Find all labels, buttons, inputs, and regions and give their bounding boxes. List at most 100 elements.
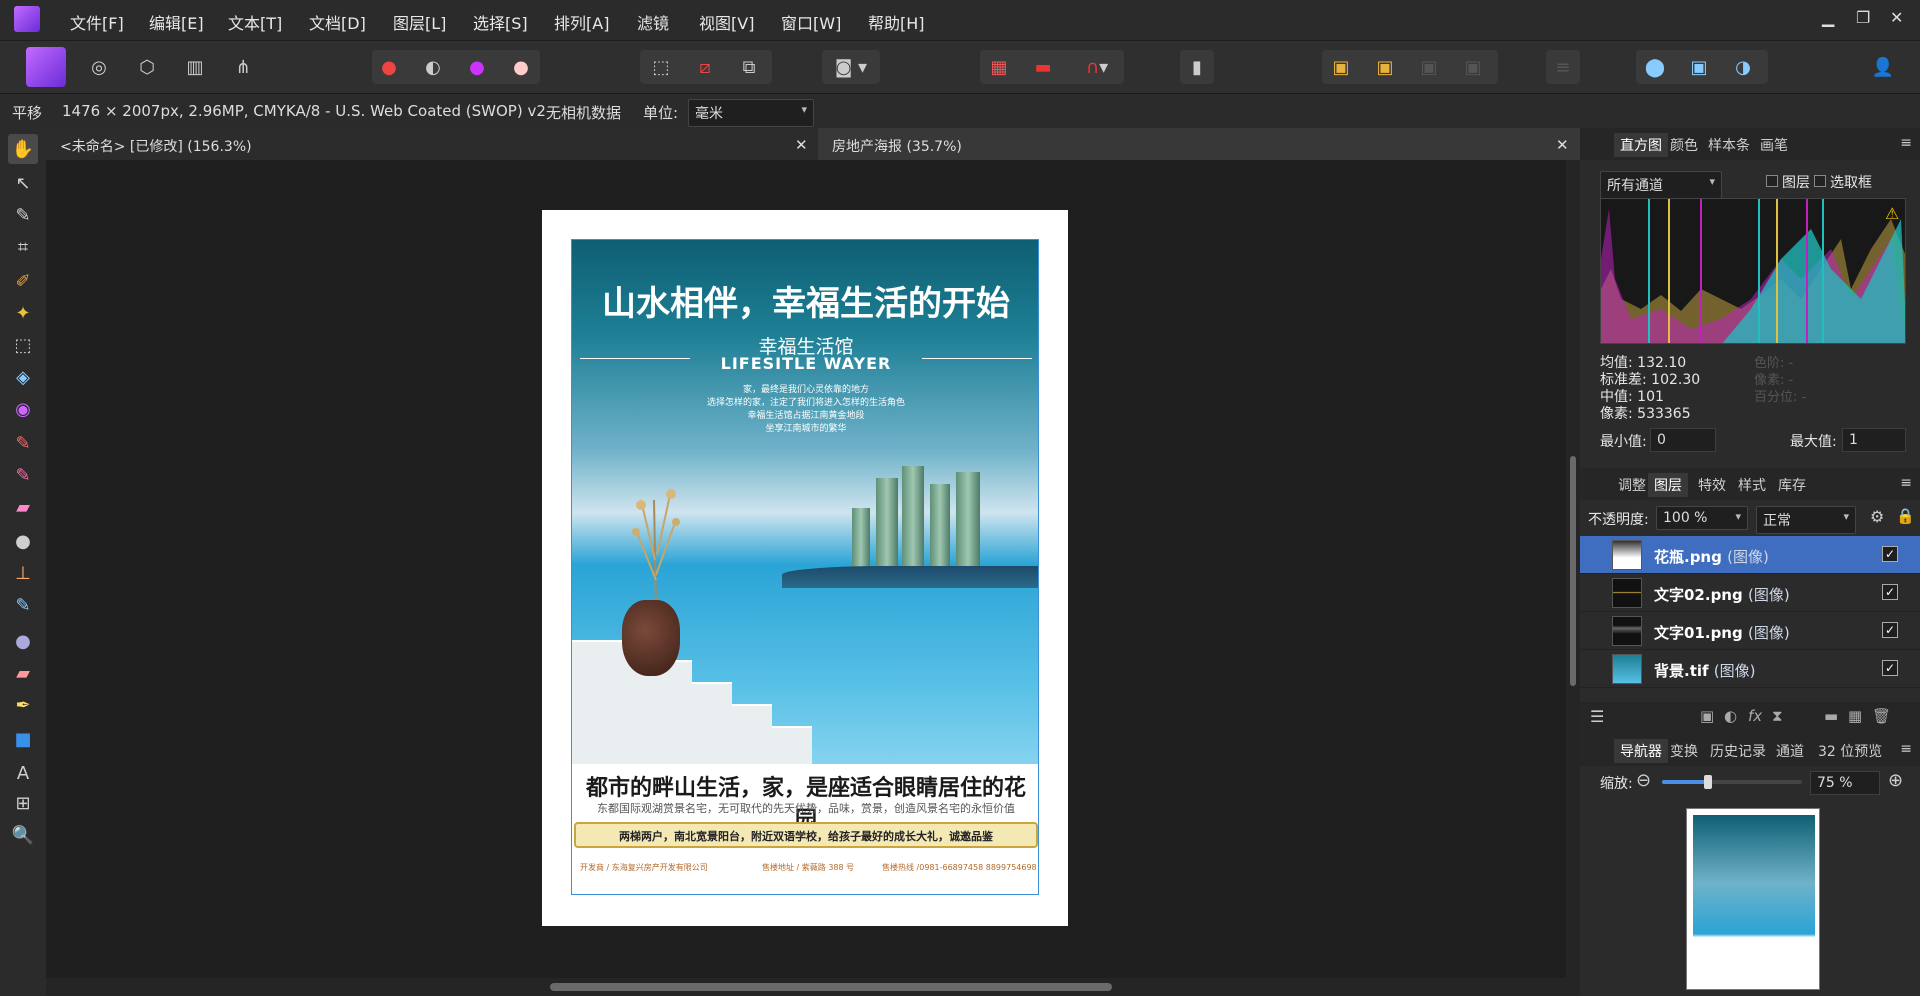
tab-navigator[interactable]: 导航器 bbox=[1614, 739, 1668, 763]
layers-stack-icon[interactable]: ☰ bbox=[1590, 707, 1604, 726]
menu-text[interactable]: 文本[T] bbox=[228, 10, 282, 34]
clone-tool-icon[interactable]: ⊥ bbox=[8, 558, 38, 588]
zoom-input[interactable]: 75 % bbox=[1810, 771, 1880, 795]
quick-mask-icon[interactable]: ◙ ▾ bbox=[822, 50, 880, 84]
tab-stock[interactable]: 库存 bbox=[1778, 475, 1806, 495]
tab-effects[interactable]: 特效 bbox=[1698, 475, 1726, 495]
opacity-select[interactable]: 100 % bbox=[1656, 506, 1748, 530]
menu-layer[interactable]: 图层[L] bbox=[393, 10, 446, 34]
move-tool-icon[interactable]: ↖ bbox=[8, 168, 38, 198]
zoom-tool-icon[interactable]: 🔍 bbox=[8, 820, 38, 850]
text-tool-icon[interactable]: A bbox=[8, 758, 38, 788]
horizontal-scroll-thumb[interactable] bbox=[550, 983, 1112, 991]
zoom-out-icon[interactable]: ⊖ bbox=[1636, 770, 1651, 791]
auto-levels-icon[interactable]: ● bbox=[372, 50, 406, 84]
new-pixel-layer-icon[interactable]: ▦ bbox=[1848, 707, 1862, 725]
blur-tool-icon[interactable]: ● bbox=[8, 626, 38, 656]
menu-filters[interactable]: 滤镜 bbox=[637, 10, 669, 34]
guides-icon[interactable]: ▬ bbox=[1026, 50, 1060, 84]
camera-data-button[interactable]: 无相机数据 bbox=[546, 102, 621, 123]
tab-32bit-preview[interactable]: 32 位预览 bbox=[1818, 741, 1882, 761]
menu-document[interactable]: 文档[D] bbox=[309, 10, 366, 34]
layer-row[interactable]: 背景.tif (图像) ✓ bbox=[1580, 650, 1920, 688]
move-to-back-icon[interactable]: ▣ bbox=[1456, 50, 1490, 84]
close-window-icon[interactable]: ✕ bbox=[1890, 8, 1903, 27]
develop-persona-icon[interactable]: ⬡ bbox=[130, 50, 164, 84]
gradient-tool-icon[interactable]: ◉ bbox=[8, 394, 38, 424]
paint-brush-tool-icon[interactable]: ✎ bbox=[8, 428, 38, 458]
layer-visibility-checkbox[interactable]: ✓ bbox=[1882, 622, 1898, 638]
menu-window[interactable]: 窗口[W] bbox=[781, 10, 841, 34]
align-icon[interactable]: ≡ bbox=[1546, 50, 1580, 84]
mesh-warp-tool-icon[interactable]: ⊞ bbox=[8, 788, 38, 818]
tone-mapping-persona-icon[interactable]: ▥ bbox=[178, 50, 212, 84]
tab-transform[interactable]: 变换 bbox=[1670, 741, 1698, 761]
zoom-slider[interactable] bbox=[1662, 775, 1802, 789]
settings-gear-icon[interactable]: ⚙ bbox=[1870, 507, 1884, 526]
photo-persona-icon[interactable] bbox=[26, 47, 66, 87]
fx-icon[interactable]: fx bbox=[1748, 707, 1762, 725]
tab-poster-close-icon[interactable]: ✕ bbox=[1556, 136, 1569, 154]
layer-checkbox[interactable] bbox=[1766, 175, 1778, 187]
layers-panel-menu-icon[interactable]: ≡ bbox=[1900, 475, 1912, 491]
tab-color[interactable]: 颜色 bbox=[1670, 135, 1698, 155]
dodge-tool-icon[interactable]: ● bbox=[8, 526, 38, 556]
navigator-panel-menu-icon[interactable]: ≡ bbox=[1900, 741, 1912, 757]
move-to-front-icon[interactable]: ▣ bbox=[1324, 50, 1358, 84]
insert-top-icon[interactable]: ◑ bbox=[1726, 50, 1760, 84]
marquee-tool-icon[interactable]: ⬚ bbox=[8, 330, 38, 360]
auto-contrast-icon[interactable]: ◐ bbox=[416, 50, 450, 84]
menu-file[interactable]: 文件[F] bbox=[70, 10, 124, 34]
snapping-icon[interactable]: ∩ ▾ bbox=[1070, 50, 1124, 84]
zoom-slider-handle[interactable] bbox=[1704, 775, 1713, 789]
menu-edit[interactable]: 编辑[E] bbox=[149, 10, 204, 34]
selection-brush-tool-icon[interactable]: ✐ bbox=[8, 266, 38, 296]
healing-tool-icon[interactable]: ▰ bbox=[8, 658, 38, 688]
layer-row[interactable]: 文字01.png (图像) ✓ bbox=[1580, 612, 1920, 650]
move-back-icon[interactable]: ▣ bbox=[1412, 50, 1446, 84]
zoom-in-icon[interactable]: ⊕ bbox=[1888, 770, 1903, 791]
layer-visibility-checkbox[interactable]: ✓ bbox=[1882, 546, 1898, 562]
panel-menu-icon[interactable]: ≡ bbox=[1900, 135, 1912, 151]
assistant-icon[interactable]: ▮ bbox=[1180, 50, 1214, 84]
adjustment-icon[interactable]: ◐ bbox=[1724, 707, 1737, 725]
layer-row[interactable]: 花瓶.png (图像) ✓ bbox=[1580, 536, 1920, 574]
auto-white-balance-icon[interactable]: ● bbox=[504, 50, 538, 84]
unit-select[interactable]: 毫米 bbox=[688, 99, 814, 127]
vertical-scrollbar[interactable] bbox=[1566, 160, 1580, 978]
tab-history[interactable]: 历史记录 bbox=[1710, 741, 1766, 761]
tab-brushes[interactable]: 画笔 bbox=[1760, 135, 1788, 155]
vertical-scroll-thumb[interactable] bbox=[1570, 456, 1576, 686]
grid-icon[interactable]: ▦ bbox=[982, 50, 1016, 84]
account-icon[interactable]: 👤 bbox=[1866, 50, 1900, 84]
move-forward-icon[interactable]: ▣ bbox=[1368, 50, 1402, 84]
live-filter-icon[interactable]: ⧗ bbox=[1772, 707, 1783, 725]
menu-select[interactable]: 选择[S] bbox=[473, 10, 528, 34]
view-tool-icon[interactable]: ✋ bbox=[8, 134, 38, 164]
tab-layers[interactable]: 图层 bbox=[1648, 473, 1688, 497]
deselect-icon[interactable]: ⧄ bbox=[688, 50, 722, 84]
mask-icon[interactable]: ▣ bbox=[1700, 707, 1714, 725]
marquee-checkbox[interactable] bbox=[1814, 175, 1826, 187]
magic-wand-tool-icon[interactable]: ✦ bbox=[8, 298, 38, 328]
new-group-icon[interactable]: ▬ bbox=[1824, 707, 1838, 725]
restore-icon[interactable]: ❐ bbox=[1856, 8, 1870, 27]
rectangle-tool-icon[interactable]: ■ bbox=[8, 724, 38, 754]
menu-view[interactable]: 视图[V] bbox=[699, 10, 754, 34]
layer-visibility-checkbox[interactable]: ✓ bbox=[1882, 584, 1898, 600]
liquify-persona-icon[interactable]: ◎ bbox=[82, 50, 116, 84]
select-all-icon[interactable]: ⬚ bbox=[644, 50, 678, 84]
max-value-input[interactable]: 1 bbox=[1842, 428, 1906, 452]
document-page[interactable]: 山水相伴，幸福生活的开始 幸福生活馆 LIFESITLE WAYER 家，最终是… bbox=[542, 210, 1068, 926]
tab-swatches[interactable]: 样本条 bbox=[1708, 135, 1750, 155]
tab-histogram[interactable]: 直方图 bbox=[1614, 133, 1668, 157]
blemish-tool-icon[interactable]: ✎ bbox=[8, 590, 38, 620]
menu-help[interactable]: 帮助[H] bbox=[868, 10, 925, 34]
layer-row[interactable]: 文字02.png (图像) ✓ bbox=[1580, 574, 1920, 612]
auto-colors-icon[interactable]: ● bbox=[460, 50, 494, 84]
pen-tool-icon[interactable]: ✒ bbox=[8, 690, 38, 720]
channel-select[interactable]: 所有通道 bbox=[1600, 171, 1722, 199]
tab-real-estate-poster[interactable]: 房地产海报 (35.7%) bbox=[818, 128, 1580, 160]
insert-behind-icon[interactable]: ⬤ bbox=[1638, 50, 1672, 84]
color-replacement-tool-icon[interactable]: ✎ bbox=[8, 460, 38, 490]
